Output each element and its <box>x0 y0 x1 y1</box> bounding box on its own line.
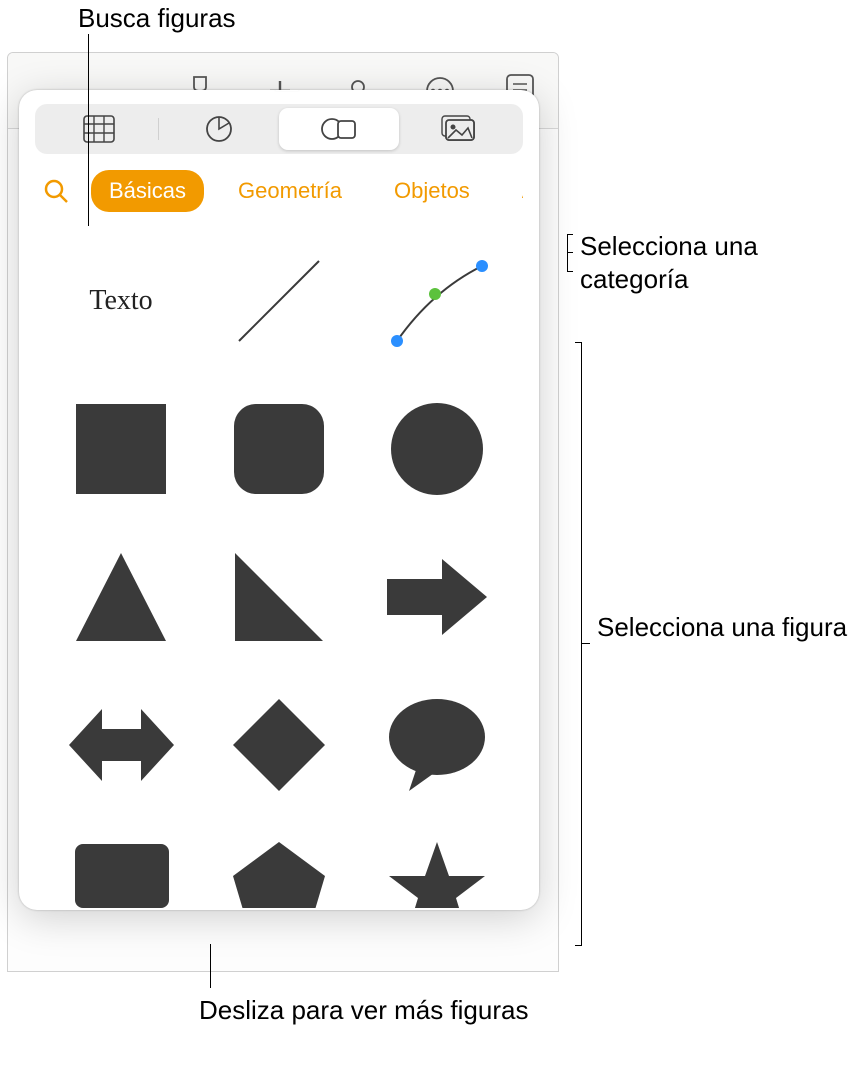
shape-arrow-leftright[interactable] <box>51 690 191 800</box>
callout-line <box>581 342 582 946</box>
category-row: Básicas Geometría Objetos Ar <box>35 170 523 212</box>
callout-line <box>567 234 568 272</box>
shape-chat-bubble[interactable] <box>51 838 191 908</box>
shape-circle[interactable] <box>367 394 507 504</box>
shape-text[interactable]: Texto <box>51 246 191 356</box>
callout-line <box>581 643 590 644</box>
callout-line <box>210 944 211 988</box>
tab-charts[interactable] <box>159 108 279 150</box>
shape-text-label: Texto <box>89 285 152 317</box>
category-basics[interactable]: Básicas <box>91 170 204 212</box>
callout-search-label: Busca figuras <box>78 2 236 35</box>
shape-line[interactable] <box>209 246 349 356</box>
shape-square[interactable] <box>51 394 191 504</box>
tab-media[interactable] <box>399 108 519 150</box>
callout-line <box>88 34 89 226</box>
shape-speech-bubble[interactable] <box>367 690 507 800</box>
shape-diamond[interactable] <box>209 690 349 800</box>
shape-curve[interactable] <box>367 246 507 356</box>
shape-pentagon[interactable] <box>209 838 349 908</box>
tab-shapes[interactable] <box>279 108 399 150</box>
callout-shape-label: Selecciona una figura <box>597 611 847 644</box>
shape-star[interactable] <box>367 838 507 908</box>
category-geometry[interactable]: Geometría <box>220 170 360 212</box>
callout-line <box>567 252 573 253</box>
shapes-grid: Texto <box>35 238 523 910</box>
callout-swipe-label: Desliza para ver más figuras <box>199 994 528 1027</box>
search-icon[interactable] <box>37 172 75 210</box>
category-objects[interactable]: Objetos <box>376 170 488 212</box>
callout-category-label: Selecciona una categoría <box>580 230 849 295</box>
tab-tables[interactable] <box>39 108 159 150</box>
insert-type-tabs <box>35 104 523 154</box>
callout-line <box>567 271 573 272</box>
shape-rounded-square[interactable] <box>209 394 349 504</box>
callout-line <box>575 945 581 946</box>
insert-popover: Básicas Geometría Objetos Ar Texto <box>19 90 539 910</box>
shape-right-triangle[interactable] <box>209 542 349 652</box>
category-more[interactable]: Ar <box>504 170 523 212</box>
shape-arrow-right[interactable] <box>367 542 507 652</box>
shape-triangle[interactable] <box>51 542 191 652</box>
